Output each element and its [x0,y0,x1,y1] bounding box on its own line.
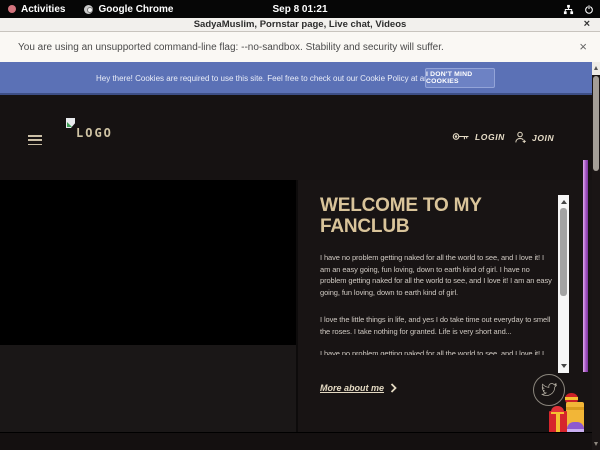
panel-scrollbar[interactable] [558,195,569,373]
join-label: JOIN [532,133,554,143]
page-lower-section [0,432,592,450]
chrome-infobar: You are using an unsupported command-lin… [0,32,600,62]
scroll-up-icon[interactable] [561,200,567,204]
accept-cookies-button[interactable]: I DON'T MIND COOKIES [425,68,495,88]
infobar-close-icon[interactable]: × [579,39,587,54]
browser-scrollbar[interactable] [592,62,600,450]
scrollbar-up-button[interactable] [592,62,600,75]
welcome-heading: WELCOME TO MY FANCLUB [320,195,520,237]
scrollbar-down-icon[interactable] [594,442,598,446]
window-close-icon[interactable]: × [584,18,590,30]
window-title: SadyaMuslim, Pornstar page, Live chat, V… [0,19,600,30]
bio-paragraph: I love the little things in life, and ye… [320,314,556,337]
network-icon[interactable] [563,4,574,15]
person-plus-icon [514,131,527,144]
power-icon[interactable] [584,4,594,15]
site-logo[interactable]: LOGO [66,118,113,140]
chevron-right-icon [390,383,397,393]
infobar-message: You are using an unsupported command-lin… [18,42,444,53]
cookie-message: Hey there! Cookies are required to use t… [96,74,452,83]
web-page: LOGO LOGIN JOIN [0,95,592,450]
join-button[interactable]: JOIN [514,131,554,144]
logo-label: LOGO [76,126,113,140]
hero-media-lower-panel [0,345,296,432]
browser-scrollbar-thumb[interactable] [593,76,599,171]
panel-scrollbar-thumb[interactable] [560,208,567,296]
broken-image-icon [66,118,75,128]
more-about-me-label: More about me [320,383,384,393]
gnome-top-bar: Activities Google Chrome Sep 8 01:21 [0,0,600,18]
bio-paragraph-clipped: I have no problem getting naked for all … [320,348,556,355]
more-about-me-link[interactable]: More about me [320,383,397,393]
browser-title-bar: SadyaMuslim, Pornstar page, Live chat, V… [0,18,600,32]
clock[interactable]: Sep 8 01:21 [0,4,600,15]
scroll-down-icon[interactable] [561,364,567,368]
hero-media-placeholder[interactable] [0,180,296,345]
login-button[interactable]: LOGIN [452,131,505,142]
screen: Activities Google Chrome Sep 8 01:21 Sad… [0,0,600,450]
welcome-panel: WELCOME TO MY FANCLUB I have no problem … [296,180,592,432]
login-label: LOGIN [475,132,505,142]
menu-hamburger-icon[interactable] [28,135,42,146]
key-icon [452,131,470,142]
cookie-consent-bar: Hey there! Cookies are required to use t… [0,62,592,95]
gift-widget-strip[interactable] [583,160,588,372]
bio-paragraph: I have no problem getting naked for all … [320,252,556,298]
